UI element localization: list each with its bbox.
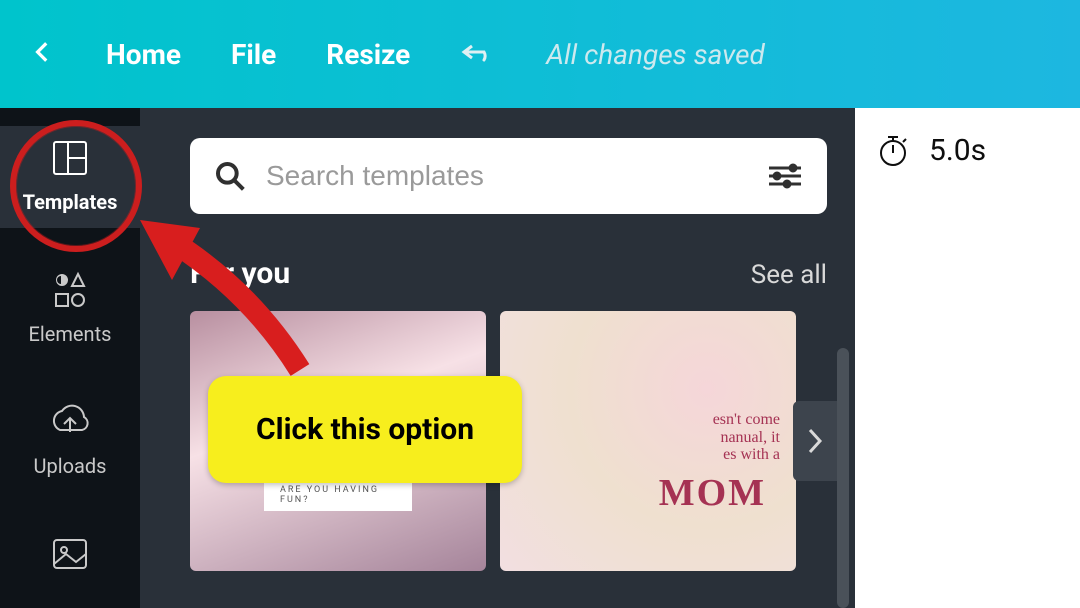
sidebar-item-uploads[interactable]: Uploads	[0, 390, 140, 492]
sidebar-item-label: Templates	[23, 190, 118, 214]
file-menu[interactable]: File	[231, 38, 276, 71]
template-card[interactable]: ARE YOU HAVING FUN?	[190, 311, 486, 571]
search-icon	[214, 160, 246, 192]
stopwatch-icon[interactable]	[875, 132, 911, 168]
save-status: All changes saved	[546, 38, 765, 71]
top-bar: Home File Resize All changes saved	[0, 0, 1080, 108]
card-caption: ARE YOU HAVING FUN?	[264, 479, 412, 511]
filter-icon[interactable]	[767, 161, 803, 191]
sidebar-item-photos[interactable]	[0, 522, 140, 576]
panel-scrollbar[interactable]	[837, 348, 849, 608]
sidebar-item-label: Elements	[29, 322, 112, 346]
template-card[interactable]: esn't come nanual, it es with a MOM	[500, 311, 796, 571]
card-text: esn't come nanual, it es with a	[713, 411, 780, 464]
sidebar-item-elements[interactable]: Elements	[0, 258, 140, 360]
templates-icon	[48, 136, 92, 180]
main-area: Templates Elements Uploads	[0, 108, 1080, 608]
photos-icon	[48, 532, 92, 576]
search-bar[interactable]	[190, 138, 827, 214]
section-title: For you	[190, 256, 290, 291]
template-cards: ARE YOU HAVING FUN? esn't come nanual, i…	[190, 311, 827, 571]
chevron-left-icon	[30, 39, 56, 65]
sidebar-item-templates[interactable]: Templates	[0, 126, 140, 228]
sidebar: Templates Elements Uploads	[0, 108, 140, 608]
duration-value[interactable]: 5.0s	[929, 133, 986, 168]
canvas-toolbar: 5.0s	[875, 132, 1060, 168]
search-input[interactable]	[266, 160, 747, 192]
resize-menu[interactable]: Resize	[326, 38, 410, 71]
chevron-right-icon	[807, 427, 823, 455]
templates-panel: For you See all ARE YOU HAVING FUN? esn'…	[140, 108, 855, 608]
elements-icon	[48, 268, 92, 312]
home-link[interactable]: Home	[106, 38, 181, 71]
sidebar-item-label: Uploads	[34, 454, 107, 478]
undo-button[interactable]	[460, 37, 496, 71]
uploads-icon	[48, 400, 92, 444]
see-all-link[interactable]: See all	[751, 260, 827, 290]
cards-next-button[interactable]	[793, 401, 837, 481]
section-header: For you See all	[190, 256, 827, 291]
canvas-area: 5.0s	[855, 108, 1080, 608]
undo-icon	[460, 37, 496, 67]
back-button[interactable]	[30, 39, 56, 69]
card-heading: MOM	[659, 471, 766, 515]
